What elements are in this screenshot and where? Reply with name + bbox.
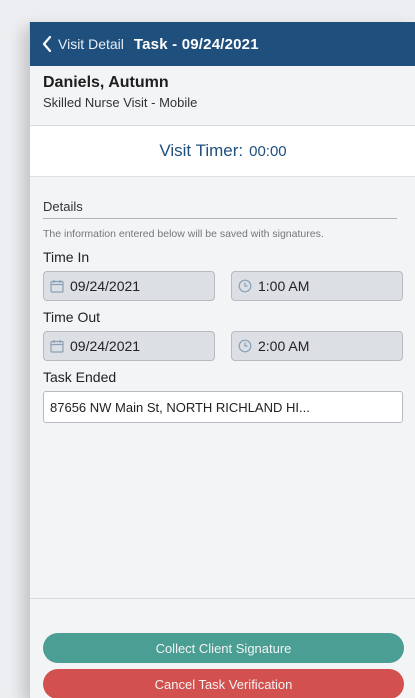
time-in-time-field[interactable]: 1:00 AM — [231, 271, 403, 301]
app-screen: Visit Detail Task - 09/24/2021 Daniels, … — [29, 22, 415, 698]
timer-value: 00:00 — [249, 142, 287, 160]
task-ended-label: Task Ended — [43, 369, 117, 385]
time-in-label: Time In — [43, 249, 90, 265]
details-helper-text: The information entered below will be sa… — [43, 228, 324, 240]
collect-client-signature-button[interactable]: Collect Client Signature — [43, 633, 404, 663]
details-section-title: Details — [43, 177, 397, 219]
time-in-row: 09/24/2021 1:00 AM — [43, 271, 403, 301]
action-bar: Collect Client Signature Cancel Task Ver… — [30, 598, 415, 698]
time-in-date-field[interactable]: 09/24/2021 — [43, 271, 215, 301]
timer-label: Visit Timer: — [159, 141, 244, 160]
calendar-icon — [50, 279, 64, 293]
clock-icon — [238, 279, 252, 293]
page-title: Task - 09/24/2021 — [133, 35, 259, 53]
time-out-time-field[interactable]: 2:00 AM — [231, 331, 403, 361]
visit-timer: Visit Timer: 00:00 — [30, 126, 415, 177]
time-out-date-value: 09/24/2021 — [70, 338, 141, 354]
time-out-date-field[interactable]: 09/24/2021 — [43, 331, 215, 361]
details-form: Details The information entered below wi… — [30, 177, 415, 647]
task-ended-location-field[interactable]: 87656 NW Main St, NORTH RICHLAND HI... — [43, 391, 403, 423]
visit-type: Skilled Nurse Visit - Mobile — [43, 95, 198, 110]
patient-header: Daniels, Autumn Skilled Nurse Visit - Mo… — [30, 66, 415, 126]
cancel-task-verification-button[interactable]: Cancel Task Verification — [43, 669, 404, 698]
patient-name: Daniels, Autumn — [43, 74, 169, 91]
calendar-icon — [50, 339, 64, 353]
time-in-date-value: 09/24/2021 — [70, 278, 141, 294]
time-out-time-value: 2:00 AM — [258, 338, 310, 354]
time-in-time-value: 1:00 AM — [258, 278, 310, 294]
back-button[interactable]: Visit Detail — [58, 36, 124, 52]
chevron-left-icon[interactable] — [38, 35, 56, 53]
time-out-row: 09/24/2021 2:00 AM — [43, 331, 403, 361]
navigation-bar: Visit Detail Task - 09/24/2021 — [30, 22, 415, 66]
time-out-label: Time Out — [43, 309, 101, 325]
clock-icon — [238, 339, 252, 353]
